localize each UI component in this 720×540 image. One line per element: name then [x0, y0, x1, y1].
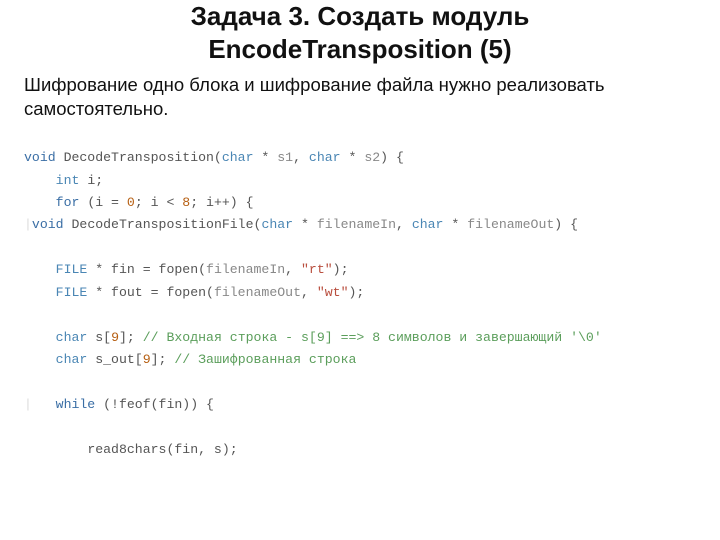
keyword-for: for: [56, 195, 80, 210]
type-char: char: [261, 217, 293, 232]
keyword-void: void: [32, 217, 64, 232]
subtitle-text: Шифрование одно блока и шифрование файла…: [24, 73, 696, 121]
code-block-1: void DecodeTransposition(char * s1, char…: [24, 147, 696, 214]
type-file: FILE: [56, 285, 88, 300]
code-block-2: |void DecodeTranspositionFile(char * fil…: [24, 214, 696, 461]
type-char: char: [56, 352, 88, 367]
keyword-while: while: [56, 397, 96, 412]
function-name: DecodeTranspositionFile(: [64, 217, 262, 232]
param-s2: s2: [364, 150, 380, 165]
comment: // Зашифрованная строка: [174, 352, 356, 367]
type-char: char: [309, 150, 341, 165]
string-literal: "wt": [317, 285, 349, 300]
param-filenameIn: filenameIn: [317, 217, 396, 232]
title-line-2: EncodeTransposition (5): [208, 34, 511, 64]
type-char: char: [412, 217, 444, 232]
param-filenameOut: filenameOut: [467, 217, 554, 232]
param-s1: s1: [277, 150, 293, 165]
type-int: int: [56, 173, 80, 188]
slide: Задача 3. Создать модуль EncodeTransposi…: [0, 0, 720, 461]
type-file: FILE: [56, 262, 88, 277]
type-char: char: [56, 330, 88, 345]
keyword-void: void: [24, 150, 56, 165]
string-literal: "rt": [301, 262, 333, 277]
type-char: char: [222, 150, 254, 165]
function-name: DecodeTransposition(: [56, 150, 222, 165]
function-call: read8chars(fin, s);: [87, 442, 237, 457]
title-line-1: Задача 3. Создать модуль: [191, 1, 530, 31]
comment: // Входная строка - s[9] ==> 8 символов …: [143, 330, 602, 345]
page-title: Задача 3. Создать модуль EncodeTransposi…: [24, 0, 696, 65]
